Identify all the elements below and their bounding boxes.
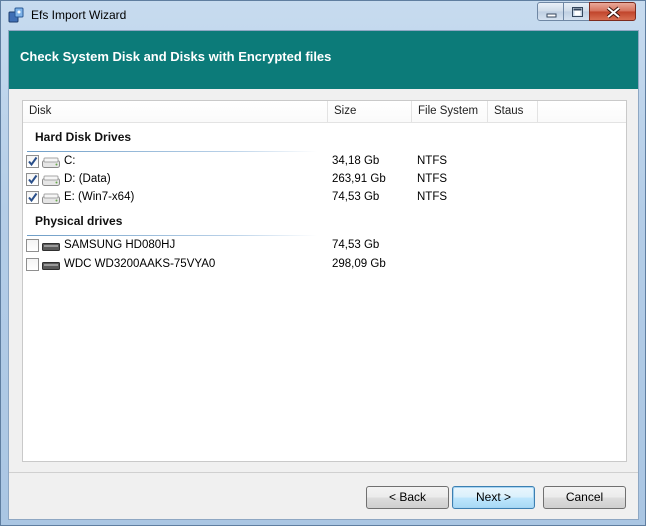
back-button[interactable]: < Back	[366, 486, 449, 509]
maximize-button[interactable]	[563, 2, 590, 21]
row-checkbox[interactable]	[26, 173, 39, 186]
disk-size: 298,09 Gb	[332, 258, 386, 270]
column-header-file-system[interactable]: File System	[412, 101, 488, 122]
group-title-hard-disk-drives: Hard Disk Drives	[35, 130, 132, 144]
wizard-app-icon	[8, 7, 24, 23]
disk-name: WDC WD3200AAKS-75VYA0	[64, 258, 216, 270]
hard-drive-icon	[42, 193, 60, 204]
disk-size: 263,91 Gb	[332, 173, 386, 185]
disk-list[interactable]: Disk Size File System Staus Hard Disk Dr…	[22, 100, 627, 462]
disk-file-system: NTFS	[417, 155, 448, 167]
disk-size: 74,53 Gb	[332, 239, 380, 251]
table-row[interactable]: WDC WD3200AAKS-75VYA0 298,09 Gb	[23, 256, 626, 274]
row-checkbox[interactable]	[26, 155, 39, 168]
row-checkbox[interactable]	[26, 191, 39, 204]
table-row[interactable]: E: (Win7-x64) 74,53 Gb NTFS	[23, 189, 626, 207]
disk-name: E: (Win7-x64)	[64, 191, 135, 203]
close-button[interactable]	[589, 2, 636, 21]
hard-drive-icon	[42, 157, 60, 168]
disk-file-system: NTFS	[417, 173, 448, 185]
disk-name: C:	[64, 155, 76, 167]
row-checkbox[interactable]	[26, 239, 39, 252]
checkmark-icon	[28, 174, 38, 185]
physical-drive-icon	[42, 243, 60, 251]
maximize-icon	[572, 7, 583, 17]
cancel-button[interactable]: Cancel	[543, 486, 626, 509]
column-header-size[interactable]: Size	[328, 101, 412, 122]
close-icon	[606, 6, 621, 19]
minimize-icon	[546, 13, 557, 18]
title-bar[interactable]: Efs Import Wizard	[1, 1, 645, 30]
group-title-physical-drives: Physical drives	[35, 214, 123, 228]
minimize-button[interactable]	[537, 2, 564, 21]
window-title: Efs Import Wizard	[31, 8, 127, 22]
checkmark-icon	[28, 156, 38, 167]
physical-drive-icon	[42, 262, 60, 270]
column-header-row: Disk Size File System Staus	[23, 101, 626, 123]
column-header-disk[interactable]: Disk	[23, 101, 328, 122]
disk-size: 34,18 Gb	[332, 155, 380, 167]
table-row[interactable]: C: 34,18 Gb NTFS	[23, 153, 626, 171]
column-header-status[interactable]: Staus	[488, 101, 538, 122]
checkmark-icon	[28, 192, 38, 203]
wizard-banner: Check System Disk and Disks with Encrypt…	[9, 31, 638, 89]
group-divider	[27, 235, 317, 236]
wizard-client-area: Check System Disk and Disks with Encrypt…	[8, 30, 639, 520]
table-row[interactable]: SAMSUNG HD080HJ 74,53 Gb	[23, 237, 626, 255]
footer-divider	[9, 472, 638, 473]
disk-name: D: (Data)	[64, 173, 111, 185]
wizard-window: Efs Import Wizard Check System Disk and …	[0, 0, 646, 526]
disk-name: SAMSUNG HD080HJ	[64, 239, 176, 251]
disk-size: 74,53 Gb	[332, 191, 380, 203]
disk-file-system: NTFS	[417, 191, 448, 203]
hard-drive-icon	[42, 175, 60, 186]
group-divider	[27, 151, 317, 152]
next-button[interactable]: Next >	[452, 486, 535, 509]
row-checkbox[interactable]	[26, 258, 39, 271]
page-title: Check System Disk and Disks with Encrypt…	[20, 49, 332, 64]
table-row[interactable]: D: (Data) 263,91 Gb NTFS	[23, 171, 626, 189]
